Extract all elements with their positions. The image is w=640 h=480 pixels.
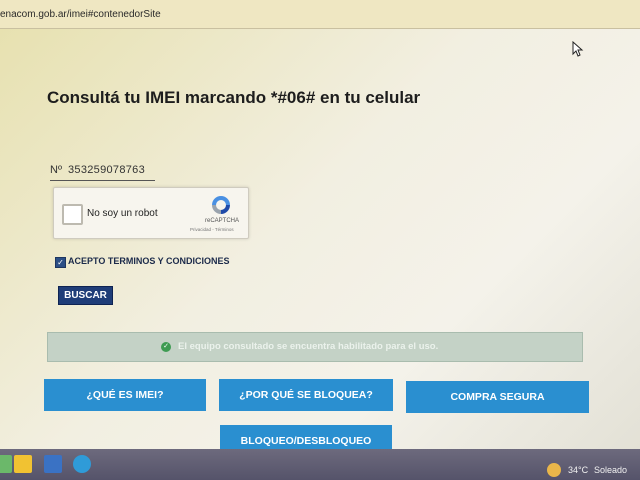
- weather-temperature[interactable]: 34°C: [568, 465, 588, 475]
- secure-purchase-button[interactable]: COMPRA SEGURA: [406, 381, 589, 413]
- imei-input[interactable]: Nº 353259078763: [50, 162, 155, 181]
- status-alert: ✓ El equipo consultado se encuentra habi…: [47, 332, 583, 362]
- recaptcha-widget: No soy un robot reCAPTCHA Privacidad - T…: [53, 187, 249, 239]
- imei-input-value[interactable]: 353259078763: [68, 164, 145, 176]
- recaptcha-label: No soy un robot: [87, 208, 158, 219]
- check-circle-icon: ✓: [161, 342, 171, 352]
- recaptcha-brand: reCAPTCHA: [205, 218, 240, 224]
- recaptcha-logo-icon: [212, 196, 230, 214]
- terms-label[interactable]: ACEPTO TERMINOS Y CONDICIONES: [68, 256, 230, 266]
- imei-prefix-label: Nº: [50, 164, 62, 176]
- browser-address-bar[interactable]: enacom.gob.ar/imei#contenedorSite: [0, 0, 640, 29]
- taskbar: 34°C Soleado: [0, 449, 640, 480]
- file-explorer-icon[interactable]: [14, 455, 32, 473]
- start-tile-icon[interactable]: [0, 455, 12, 473]
- search-button[interactable]: BUSCAR: [58, 286, 113, 305]
- recaptcha-links[interactable]: Privacidad - Términos: [190, 227, 234, 232]
- alert-message: El equipo consultado se encuentra habili…: [178, 341, 439, 352]
- sun-icon[interactable]: [547, 463, 561, 477]
- terms-checkbox[interactable]: ✓: [55, 257, 66, 268]
- browser-icon[interactable]: [73, 455, 91, 473]
- url-text[interactable]: enacom.gob.ar/imei#contenedorSite: [0, 9, 161, 20]
- what-is-imei-button[interactable]: ¿QUÉ ES IMEI?: [44, 379, 206, 411]
- why-blocked-button[interactable]: ¿POR QUÉ SE BLOQUEA?: [219, 379, 393, 411]
- recaptcha-checkbox[interactable]: [62, 204, 83, 225]
- mouse-cursor-icon: [572, 41, 584, 57]
- weather-condition[interactable]: Soleado: [594, 465, 627, 475]
- app-icon[interactable]: [44, 455, 62, 473]
- page-title: Consultá tu IMEI marcando *#06# en tu ce…: [47, 88, 421, 107]
